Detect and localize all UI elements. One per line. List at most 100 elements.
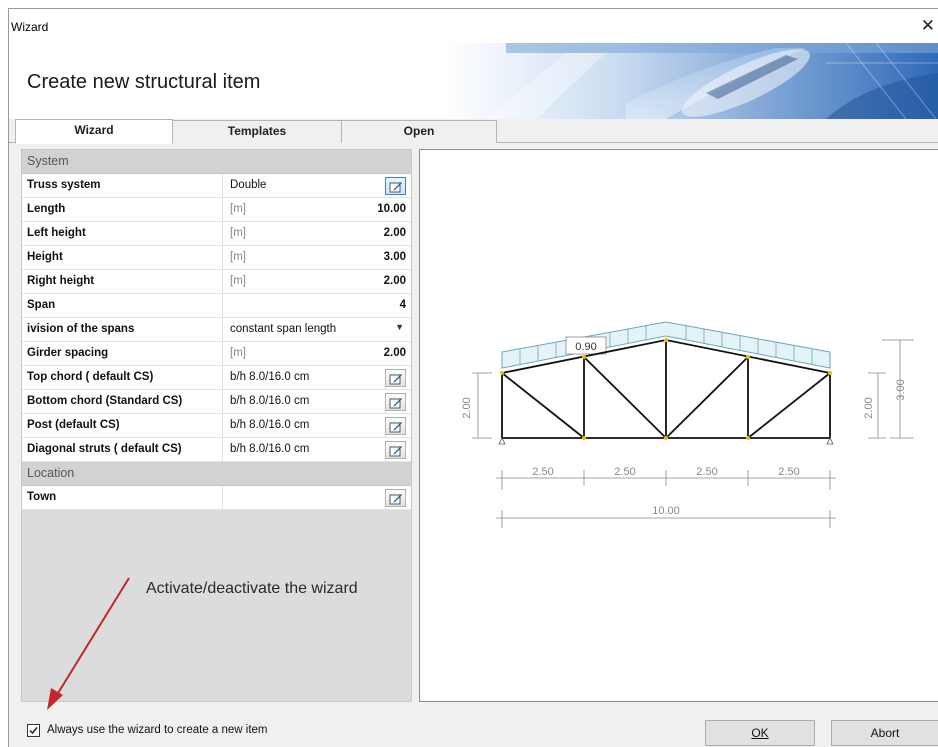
truss-drawing: 0.90 2.00 2.00 3.00 2.50 2.50 2.50 2.50 … [461, 321, 914, 528]
row-town[interactable]: Town [22, 486, 411, 510]
property-name: ivision of the spans [27, 323, 135, 335]
property-value: b/h 8.0/16.0 cm [230, 371, 310, 383]
property-number[interactable]: 4 [400, 299, 406, 311]
row-bottom-chord[interactable]: Bottom chord (Standard CS) b/h 8.0/16.0 … [22, 390, 411, 414]
row-girder-spacing[interactable]: Girder spacing [m] 2.00 [22, 342, 411, 366]
group-system[interactable]: System [22, 150, 411, 174]
edit-button[interactable] [385, 417, 406, 435]
edit-icon [389, 182, 402, 193]
property-value: b/h 8.0/16.0 cm [230, 443, 310, 455]
span-dim-2: 2.50 [614, 466, 635, 478]
column-separator [222, 414, 223, 437]
property-name: Town [27, 491, 57, 503]
length-dim: 10.00 [652, 505, 680, 517]
dropdown-arrow-icon[interactable]: ▼ [395, 322, 404, 332]
edit-icon [389, 494, 402, 505]
edit-icon [389, 446, 402, 457]
property-unit: [m] [230, 203, 246, 215]
property-number[interactable]: 2.00 [384, 347, 406, 359]
row-top-chord[interactable]: Top chord ( default CS) b/h 8.0/16.0 cm [22, 366, 411, 390]
property-name: Left height [27, 227, 86, 239]
property-number[interactable]: 2.00 [384, 275, 406, 287]
load-label: 0.90 [575, 341, 596, 353]
row-length[interactable]: Length [m] 10.00 [22, 198, 411, 222]
checkbox-label[interactable]: Always use the wizard to create a new it… [47, 724, 268, 736]
edit-icon [389, 422, 402, 433]
banner-image [446, 43, 938, 119]
tab-wizard[interactable]: Wizard [15, 119, 173, 144]
edit-button[interactable] [385, 441, 406, 459]
row-left-height[interactable]: Left height [m] 2.00 [22, 222, 411, 246]
wizard-dialog: Wizard ✕ Create new structural item Wiza… [8, 8, 938, 747]
tab-open[interactable]: Open [341, 120, 497, 143]
column-separator [222, 174, 223, 197]
column-separator [222, 222, 223, 245]
row-span[interactable]: Span 4 [22, 294, 411, 318]
tab-templates[interactable]: Templates [172, 120, 342, 143]
right-height-dim: 2.00 [863, 397, 875, 418]
column-separator [222, 270, 223, 293]
ok-button-label: OK [751, 726, 769, 740]
group-location[interactable]: Location [22, 462, 411, 486]
edit-icon [389, 374, 402, 385]
property-name: Post (default CS) [27, 419, 120, 431]
row-truss-system[interactable]: Truss system Double [22, 174, 411, 198]
property-name: Length [27, 203, 66, 215]
window-title: Wizard [11, 20, 49, 34]
column-separator [222, 390, 223, 413]
edit-icon [389, 398, 402, 409]
column-separator [222, 366, 223, 389]
row-height[interactable]: Height [m] 3.00 [22, 246, 411, 270]
property-name: Top chord ( default CS) [27, 371, 154, 383]
row-post[interactable]: Post (default CS) b/h 8.0/16.0 cm [22, 414, 411, 438]
column-separator [222, 318, 223, 341]
title-bar: Wizard ✕ [9, 9, 938, 43]
row-division-of-spans[interactable]: ivision of the spans constant span lengt… [22, 318, 411, 342]
property-unit: [m] [230, 227, 246, 239]
property-number[interactable]: 2.00 [384, 227, 406, 239]
span-dim-3: 2.50 [696, 466, 717, 478]
group-label: System [27, 154, 69, 168]
group-label: Location [27, 466, 75, 480]
abort-button[interactable]: Abort [831, 720, 938, 746]
tab-bar: Wizard Templates Open [9, 119, 938, 144]
property-name: Truss system [27, 179, 101, 191]
span-dim-1: 2.50 [532, 466, 553, 478]
property-number[interactable]: 10.00 [377, 203, 406, 215]
property-number[interactable]: 3.00 [384, 251, 406, 263]
property-name: Right height [27, 275, 95, 287]
span-dim-4: 2.50 [778, 466, 799, 478]
ok-button[interactable]: OK [705, 720, 815, 746]
edit-button[interactable] [385, 489, 406, 507]
row-diagonal-struts[interactable]: Diagonal struts ( default CS) b/h 8.0/16… [22, 438, 411, 462]
banner: Create new structural item [9, 43, 938, 119]
property-value[interactable]: constant span length [230, 323, 336, 335]
property-name: Diagonal struts ( default CS) [27, 443, 182, 455]
edit-button[interactable] [385, 393, 406, 411]
column-separator [222, 486, 223, 509]
property-unit: [m] [230, 347, 246, 359]
row-right-height[interactable]: Right height [m] 2.00 [22, 270, 411, 294]
column-separator [222, 438, 223, 461]
column-separator [222, 198, 223, 221]
column-separator [222, 342, 223, 365]
edit-button[interactable] [385, 177, 406, 195]
total-height-dim: 3.00 [895, 379, 907, 400]
property-unit: [m] [230, 275, 246, 287]
close-icon[interactable]: ✕ [921, 17, 935, 34]
column-separator [222, 294, 223, 317]
always-use-wizard-checkbox[interactable] [27, 724, 40, 737]
page-title: Create new structural item [27, 71, 261, 93]
property-name: Height [27, 251, 63, 263]
edit-button[interactable] [385, 369, 406, 387]
property-name: Span [27, 299, 56, 311]
property-name: Bottom chord (Standard CS) [27, 395, 183, 407]
property-unit: [m] [230, 251, 246, 263]
left-height-dim: 2.00 [461, 397, 473, 418]
footer-bar: Always use the wizard to create a new it… [9, 712, 938, 747]
truss-preview: 0.90 2.00 2.00 3.00 2.50 2.50 2.50 2.50 … [419, 149, 938, 702]
property-value: b/h 8.0/16.0 cm [230, 419, 310, 431]
annotation-arrow-icon [47, 577, 130, 710]
dimension-lines [472, 339, 914, 528]
annotation-text: Activate/deactivate the wizard [146, 580, 358, 597]
